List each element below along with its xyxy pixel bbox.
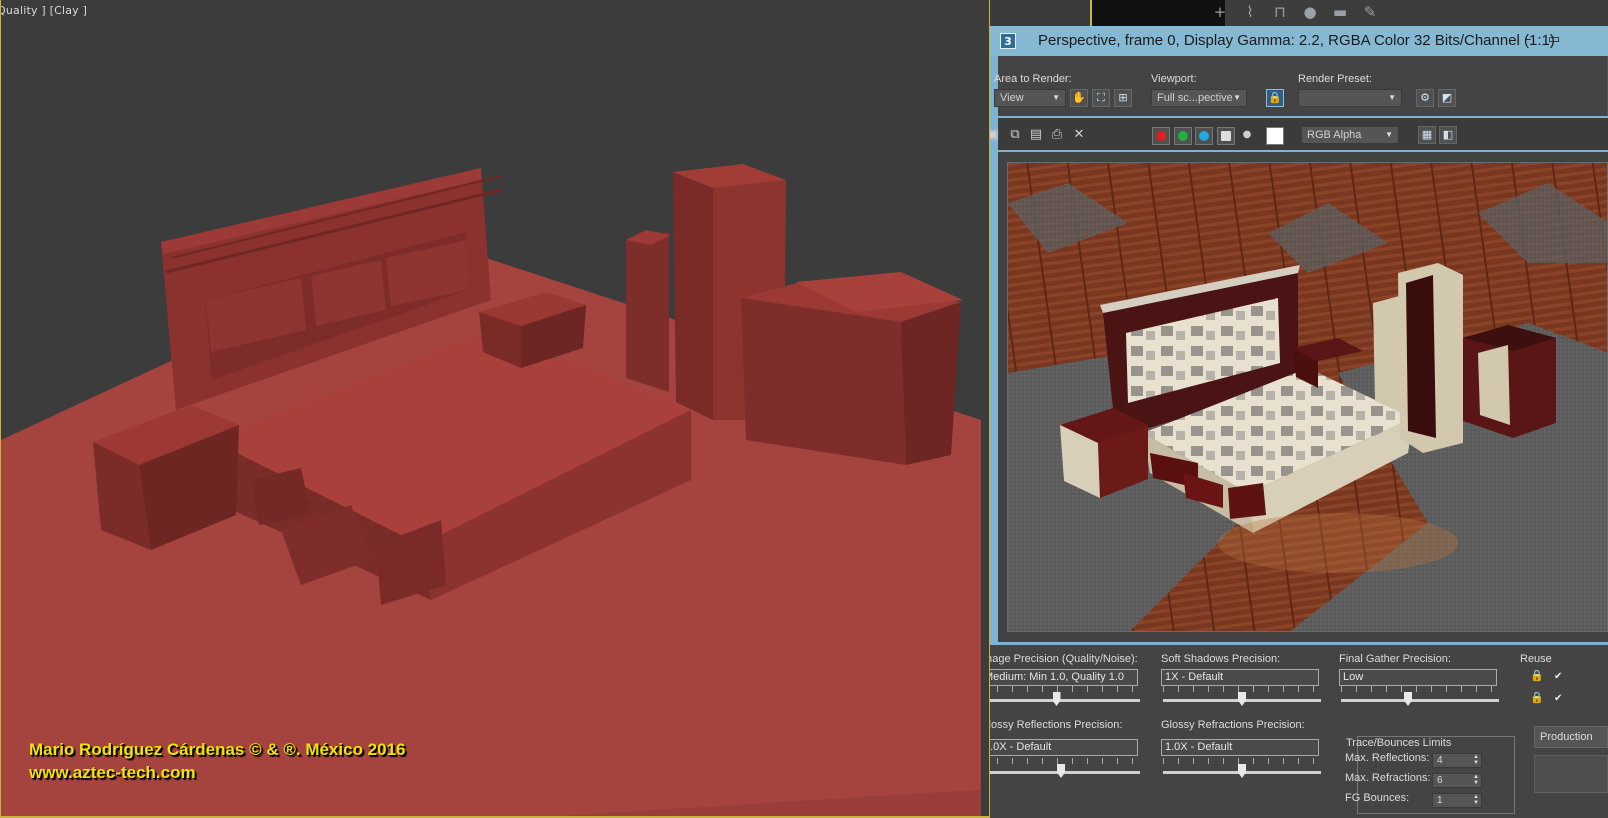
green-channel-toggle[interactable] [1174, 127, 1192, 145]
lock-icon[interactable]: 🔒 [1530, 691, 1544, 705]
lock-viewport-icon[interactable]: 🔒 [1266, 89, 1284, 107]
max-reflections-spinner[interactable]: 4 ▲ ▼ [1432, 753, 1482, 768]
production-dropdown[interactable]: Production [1534, 726, 1608, 748]
render-button[interactable] [1534, 755, 1608, 793]
frame-buffer-icon[interactable]: ▦ [1418, 126, 1436, 144]
image-precision-field[interactable]: Medium: Min 1.0, Quality 1.0 [990, 669, 1138, 686]
green-channel-icon [1178, 131, 1188, 141]
glossy-refractions-field[interactable]: 1.0X - Default [1161, 739, 1319, 756]
alpha-channel-toggle[interactable] [1217, 127, 1235, 145]
render-drawer-3 [1228, 483, 1266, 519]
glossy-refractions-slider[interactable] [1163, 758, 1321, 778]
red-channel-icon [1156, 131, 1166, 141]
monochrome-icon[interactable]: ● [1238, 126, 1256, 144]
soft-shadows-thumb [1238, 692, 1246, 706]
render-setup-icon[interactable]: ⚙ [1416, 89, 1434, 107]
render-toolbar: ▣ ⧉ ▤ ⎙ ✕ ● RGB Alpha ▼ ▦ ◧ [990, 118, 1608, 150]
trace-bounces-title: Trace/Bounces Limits [1346, 737, 1452, 749]
curve-icon[interactable]: ⌇ [1236, 1, 1264, 23]
reuse-label: Reuse [1520, 653, 1552, 665]
fg-bounces-label: FG Bounces: [1345, 792, 1410, 804]
glossy-reflections-label: Glossy Reflections Precision: [990, 719, 1123, 731]
minimize-icon[interactable]: – [1517, 30, 1539, 50]
perspective-viewport[interactable]: Quality ] [Clay ] Mario Rodríguez Cárden… [0, 0, 990, 818]
clear-icon[interactable]: ✕ [1070, 126, 1088, 144]
rendered-image [1007, 162, 1608, 632]
viewport-label[interactable]: Quality ] [Clay ] [1, 4, 87, 17]
lock-icon[interactable]: 🔒 [1530, 669, 1544, 683]
save-icon[interactable]: ▣ [990, 126, 1002, 144]
viewport-dropdown[interactable]: Full sc...pective ▼ [1151, 89, 1247, 107]
credit-author: Mario Rodríguez Cárdenas © & ®. México 2… [29, 740, 406, 759]
max-refractions-spinner[interactable]: 6 ▲ ▼ [1432, 773, 1482, 788]
plus-icon[interactable]: + [1206, 1, 1234, 23]
soft-shadows-slider[interactable] [1163, 686, 1321, 706]
app-screen: Quality ] [Clay ] Mario Rodríguez Cárden… [0, 0, 1608, 818]
final-gather-thumb [1404, 692, 1412, 706]
render-preset-dropdown[interactable]: ▼ [1298, 89, 1402, 107]
clone-icon[interactable]: ▤ [1027, 126, 1045, 144]
swatch-white[interactable] [1266, 127, 1284, 145]
soft-shadows-field[interactable]: 1X - Default [1161, 669, 1319, 686]
pan-icon[interactable]: ✋ [1070, 89, 1088, 107]
glossy-reflections-field[interactable]: 1.0X - Default [990, 739, 1138, 756]
auto-region-icon[interactable]: ⊞ [1114, 89, 1132, 107]
blue-channel-toggle[interactable] [1195, 127, 1213, 145]
final-gather-field[interactable]: Low [1339, 669, 1497, 686]
glossy-reflections-slider[interactable] [990, 758, 1140, 778]
command-panel-tabs: + ⌇ ⊓ ● ▬ ✎ [1090, 0, 1608, 26]
region-icon[interactable]: ⛶ [1092, 89, 1110, 107]
area-to-render-label: Area to Render: [994, 73, 1072, 85]
maximize-icon[interactable]: ▭ [1543, 30, 1565, 50]
trace-bounces-group: Trace/Bounces Limits Max. Reflections: 4… [1345, 736, 1515, 814]
clay-scene [1, 164, 981, 816]
blue-channel-icon [1199, 131, 1209, 141]
viewport-label: Viewport: [1151, 73, 1197, 85]
print-icon[interactable]: ⎙ [1048, 126, 1066, 144]
window-title: Perspective, frame 0, Display Gamma: 2.2… [1038, 32, 1555, 49]
environment-icon[interactable]: ◩ [1438, 89, 1456, 107]
image-precision-slider[interactable] [990, 686, 1140, 706]
max-refractions-label: Max. Refractions: [1345, 772, 1431, 784]
area-to-render-dropdown[interactable]: View ▼ [994, 89, 1066, 107]
reuse-checkbox-1[interactable]: ✔ [1554, 671, 1565, 682]
final-gather-label: Final Gather Precision: [1339, 653, 1451, 665]
image-viewer-icon[interactable]: ◧ [1439, 126, 1457, 144]
window-titlebar[interactable]: 3 Perspective, frame 0, Display Gamma: 2… [990, 26, 1608, 56]
rendered-frame-window: 3 Perspective, frame 0, Display Gamma: 2… [990, 26, 1608, 818]
soft-shadows-label: Soft Shadows Precision: [1161, 653, 1281, 665]
dresser-front [741, 298, 906, 465]
display-icon[interactable]: ▬ [1326, 1, 1354, 23]
render-setup-top: Area to Render: View ▼ ✋ ⛶ ⊞ Viewport: Fu… [994, 56, 1608, 116]
max-reflections-label: Max. Reflections: [1345, 752, 1430, 764]
fg-bounces-spinner[interactable]: 1 ▲ ▼ [1432, 793, 1482, 808]
motion-icon[interactable]: ● [1296, 1, 1324, 23]
render-display-area [998, 152, 1608, 660]
glossy-refractions-thumb [1238, 764, 1246, 778]
hierarchy-icon[interactable]: ⊓ [1266, 1, 1294, 23]
command-panel-gap [1090, 0, 1225, 26]
alpha-channel-icon [1221, 131, 1231, 141]
red-channel-toggle[interactable] [1152, 127, 1170, 145]
glossy-reflections-thumb [1057, 764, 1065, 778]
channel-display-dropdown[interactable]: RGB Alpha ▼ [1301, 126, 1399, 144]
credit-website: www.aztec-tech.com [29, 763, 196, 782]
drawer-column [626, 232, 669, 392]
wardrobe-front [673, 172, 713, 420]
image-precision-label: Image Precision (Quality/Noise): [990, 653, 1138, 665]
wrench-icon[interactable]: ✎ [1356, 1, 1384, 23]
image-precision-thumb [1052, 692, 1061, 706]
reuse-checkbox-2[interactable]: ✔ [1554, 693, 1565, 704]
render-preset-label: Render Preset: [1298, 73, 1372, 85]
render-settings-panel: Image Precision (Quality/Noise): Medium:… [990, 642, 1608, 818]
final-gather-slider[interactable] [1341, 686, 1499, 706]
app-icon: 3 [1000, 33, 1016, 49]
glossy-refractions-label: Glossy Refractions Precision: [1161, 719, 1305, 731]
copy-icon[interactable]: ⧉ [1006, 126, 1024, 144]
